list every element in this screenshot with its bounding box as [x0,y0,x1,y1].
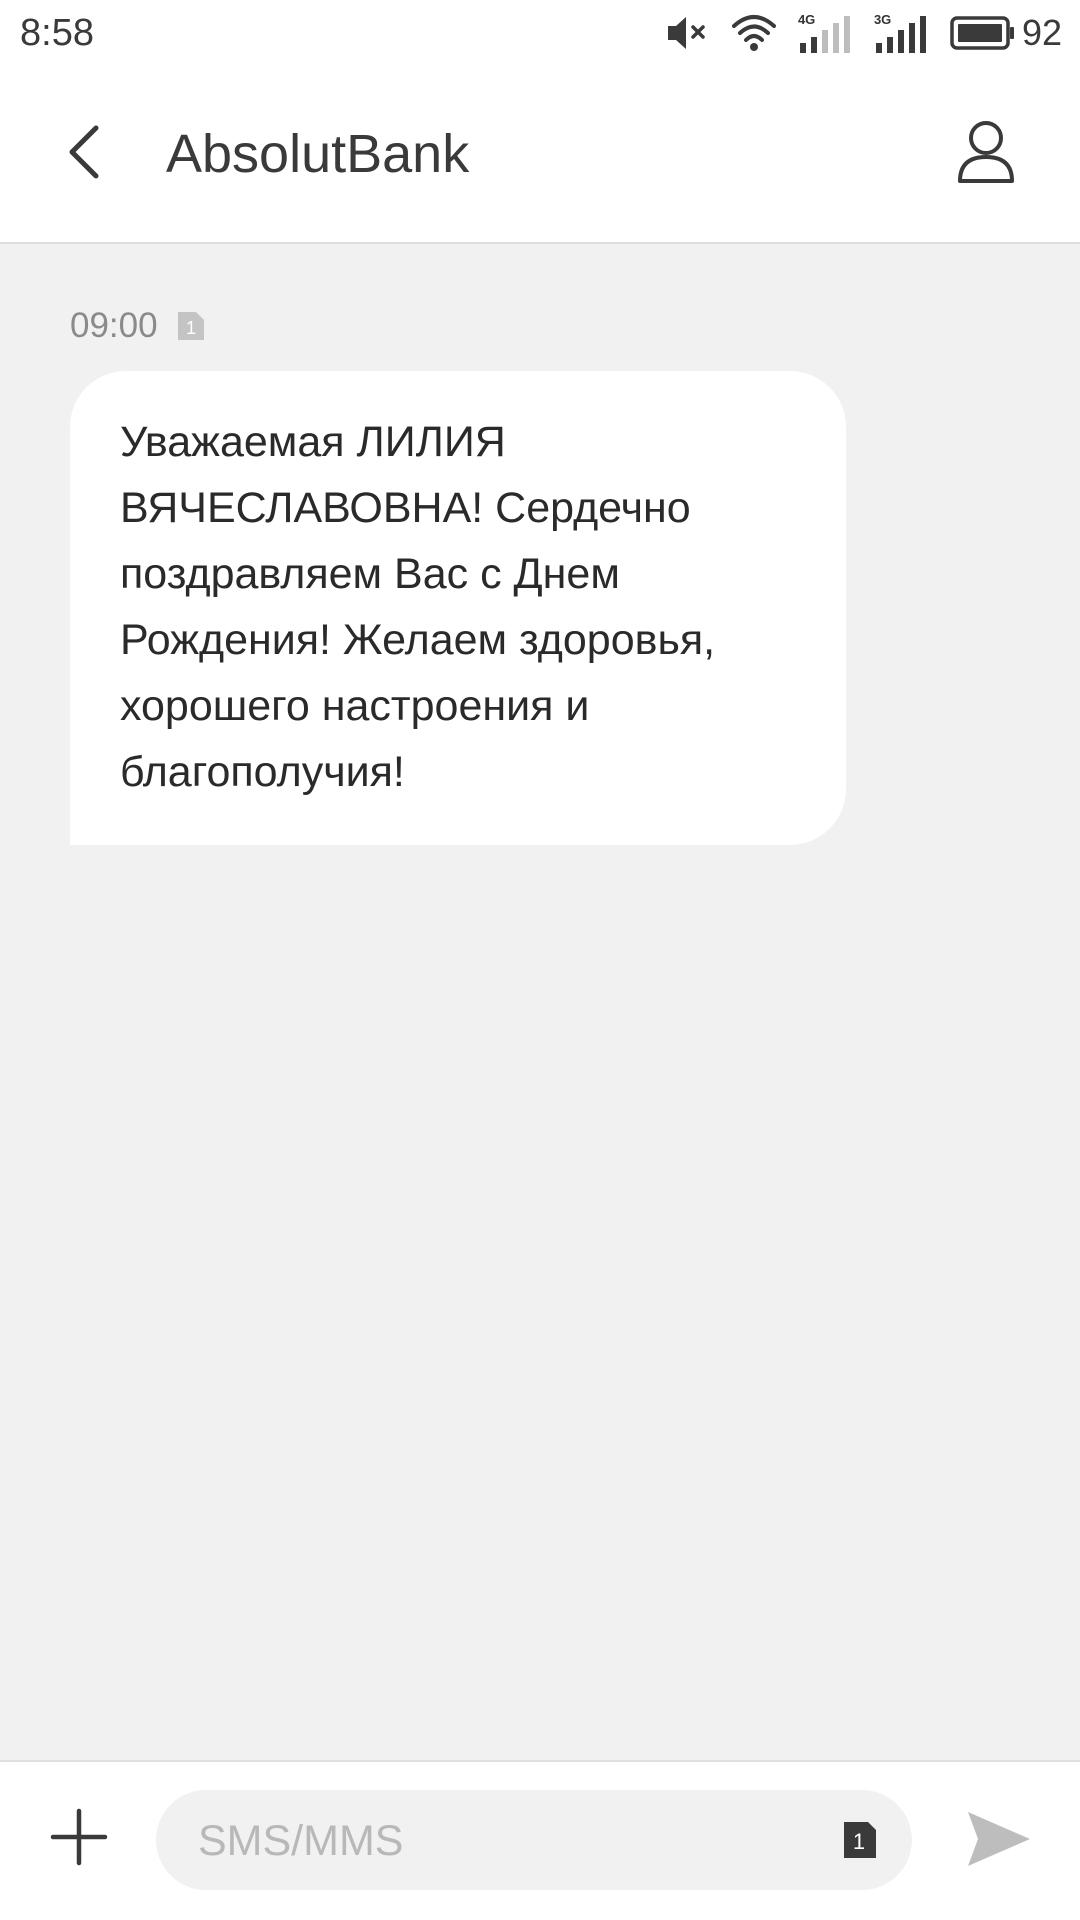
wifi-icon [731,14,776,52]
message-sim-label: 1 [186,318,196,338]
message-input-container: 1 [156,1790,912,1892]
signal-4g-icon: 4G [798,13,852,53]
message-meta: 09:00 1 [70,306,206,346]
send-button[interactable] [962,1806,1036,1876]
battery-level: 92 [1021,12,1062,53]
plus-icon [49,1807,109,1872]
signal-3g-icon: 3G [874,13,928,53]
composer-sim-label: 1 [853,1829,865,1854]
chevron-left-icon [64,124,104,185]
contact-details-button[interactable] [948,116,1024,192]
message-list[interactable]: 09:00 1 Уважаемая ЛИЛИЯ ВЯЧЕСЛАВОВНА! Се… [0,244,1080,1760]
status-bar: 8:58 4G 3G 92 [0,0,1080,66]
status-icons: 4G 3G 92 [644,10,1062,56]
sim-select-button[interactable]: 1 [842,1820,878,1860]
battery-indicator: 92 [950,13,1062,53]
status-time: 8:58 [20,12,94,54]
message-time: 09:00 [70,306,158,345]
contact-name: AbsolutBank [166,124,470,184]
sim-card-icon: 1 [176,310,206,342]
attach-button[interactable] [46,1806,112,1872]
send-icon [966,1809,1032,1874]
back-button[interactable] [52,122,116,186]
battery-icon [950,15,1016,51]
mute-icon [666,15,710,51]
person-icon [956,119,1016,190]
composer: 1 [0,1760,1080,1920]
message-bubble[interactable]: Уважаемая ЛИЛИЯ ВЯЧЕСЛАВОВНА! Сердечно п… [70,371,846,845]
message-text: Уважаемая ЛИЛИЯ ВЯЧЕСЛАВОВНА! Сердечно п… [120,418,716,796]
conversation-header: AbsolutBank [0,66,1080,244]
message-input[interactable] [196,1790,770,1892]
